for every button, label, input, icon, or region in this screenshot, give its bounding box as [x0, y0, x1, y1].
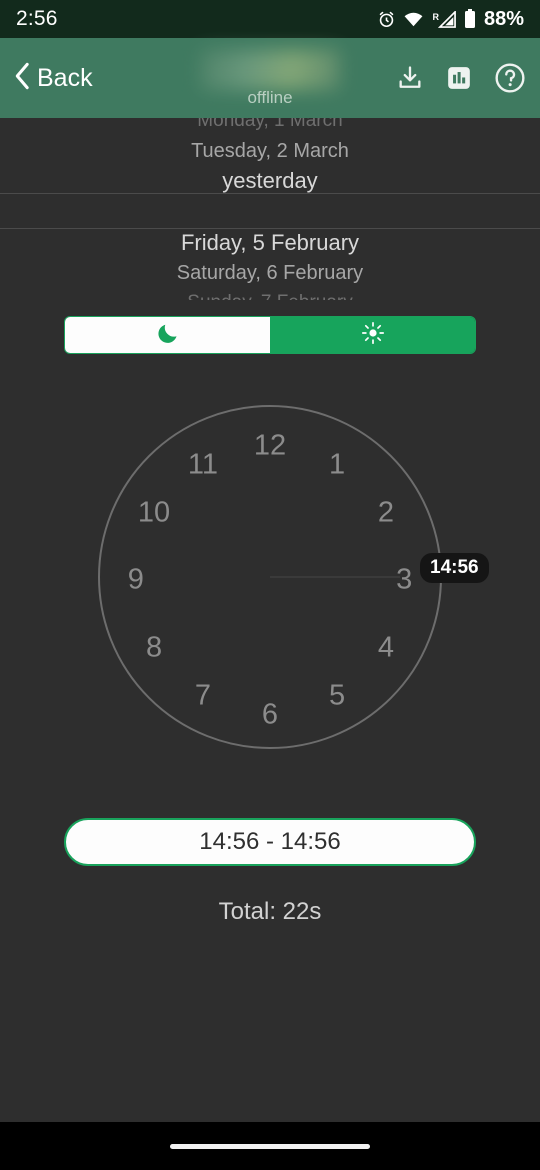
gesture-handle[interactable] — [170, 1143, 370, 1149]
day-night-toggle[interactable] — [64, 316, 476, 354]
clock-number-3: 3 — [396, 563, 413, 596]
clock-time-badge: 14:56 — [420, 553, 489, 583]
time-range-button[interactable]: 14:56 - 14:56 — [64, 818, 476, 866]
selection-divider-top — [0, 193, 540, 194]
date-wheel-item[interactable]: yesterday — [0, 166, 540, 196]
clock-number-7: 7 — [194, 679, 211, 712]
wifi-icon — [403, 11, 424, 28]
clock-number-6: 6 — [261, 698, 279, 731]
header-actions — [396, 62, 526, 94]
status-bar-icons: R 88% — [377, 8, 524, 31]
page-title-redacted — [200, 50, 340, 90]
clock-number-10: 10 — [137, 496, 171, 529]
bar-chart-icon[interactable] — [446, 65, 472, 91]
clock-number-1: 1 — [329, 448, 346, 480]
download-icon[interactable] — [396, 64, 424, 92]
status-bar: 2:56 R 88% — [0, 0, 540, 38]
date-wheel-item[interactable]: Friday, 5 February — [0, 228, 540, 258]
back-button-label: Back — [37, 63, 93, 92]
sun-icon — [361, 321, 385, 350]
cellular-signal-icon: R — [431, 10, 457, 28]
clock-number-12: 12 — [253, 429, 287, 462]
app-header: Back offline — [0, 38, 540, 118]
clock-number-4: 4 — [377, 631, 394, 664]
status-bar-clock: 2:56 — [16, 7, 58, 30]
date-wheel-item[interactable]: Tuesday, 2 March — [0, 136, 540, 166]
date-picker[interactable]: Monday, 1 March Tuesday, 2 March yesterd… — [0, 118, 540, 300]
date-wheel-item[interactable]: Saturday, 6 February — [0, 258, 540, 288]
clock-number-5: 5 — [329, 679, 346, 712]
time-range-label: 14:56 - 14:56 — [199, 828, 341, 855]
date-wheel-top[interactable]: Monday, 1 March Tuesday, 2 March yesterd… — [0, 118, 540, 196]
system-navigation-bar — [0, 1122, 540, 1170]
total-duration-label: Total: 22s — [218, 898, 322, 925]
roaming-indicator: R — [432, 11, 439, 22]
toggle-option-night[interactable] — [65, 317, 270, 353]
battery-percent-label: 88% — [483, 7, 524, 30]
battery-icon — [464, 9, 476, 29]
clock-number-2: 2 — [377, 496, 394, 529]
clock-number-9: 9 — [127, 563, 144, 596]
clock-face[interactable]: 12 1 2 3 4 5 6 7 8 9 10 11 14:56 — [98, 405, 489, 749]
clock-number-11: 11 — [187, 448, 218, 480]
clock-range-arc — [270, 576, 400, 578]
chevron-left-icon — [14, 62, 31, 95]
app-root: 2:56 R 88% Back offline Monday, 1 March … — [0, 0, 540, 1170]
toggle-option-day[interactable] — [270, 317, 475, 353]
connection-status-label: offline — [247, 88, 293, 107]
alarm-icon — [377, 10, 396, 29]
clock-number-8: 8 — [145, 631, 163, 664]
date-wheel-item[interactable]: Sunday, 7 February — [0, 288, 540, 300]
back-button[interactable]: Back — [14, 62, 93, 95]
moon-icon — [156, 321, 180, 350]
help-icon[interactable] — [494, 62, 526, 94]
date-wheel-bottom[interactable]: Friday, 5 February Saturday, 6 February … — [0, 228, 540, 300]
date-wheel-item[interactable]: Monday, 1 March — [0, 118, 540, 136]
